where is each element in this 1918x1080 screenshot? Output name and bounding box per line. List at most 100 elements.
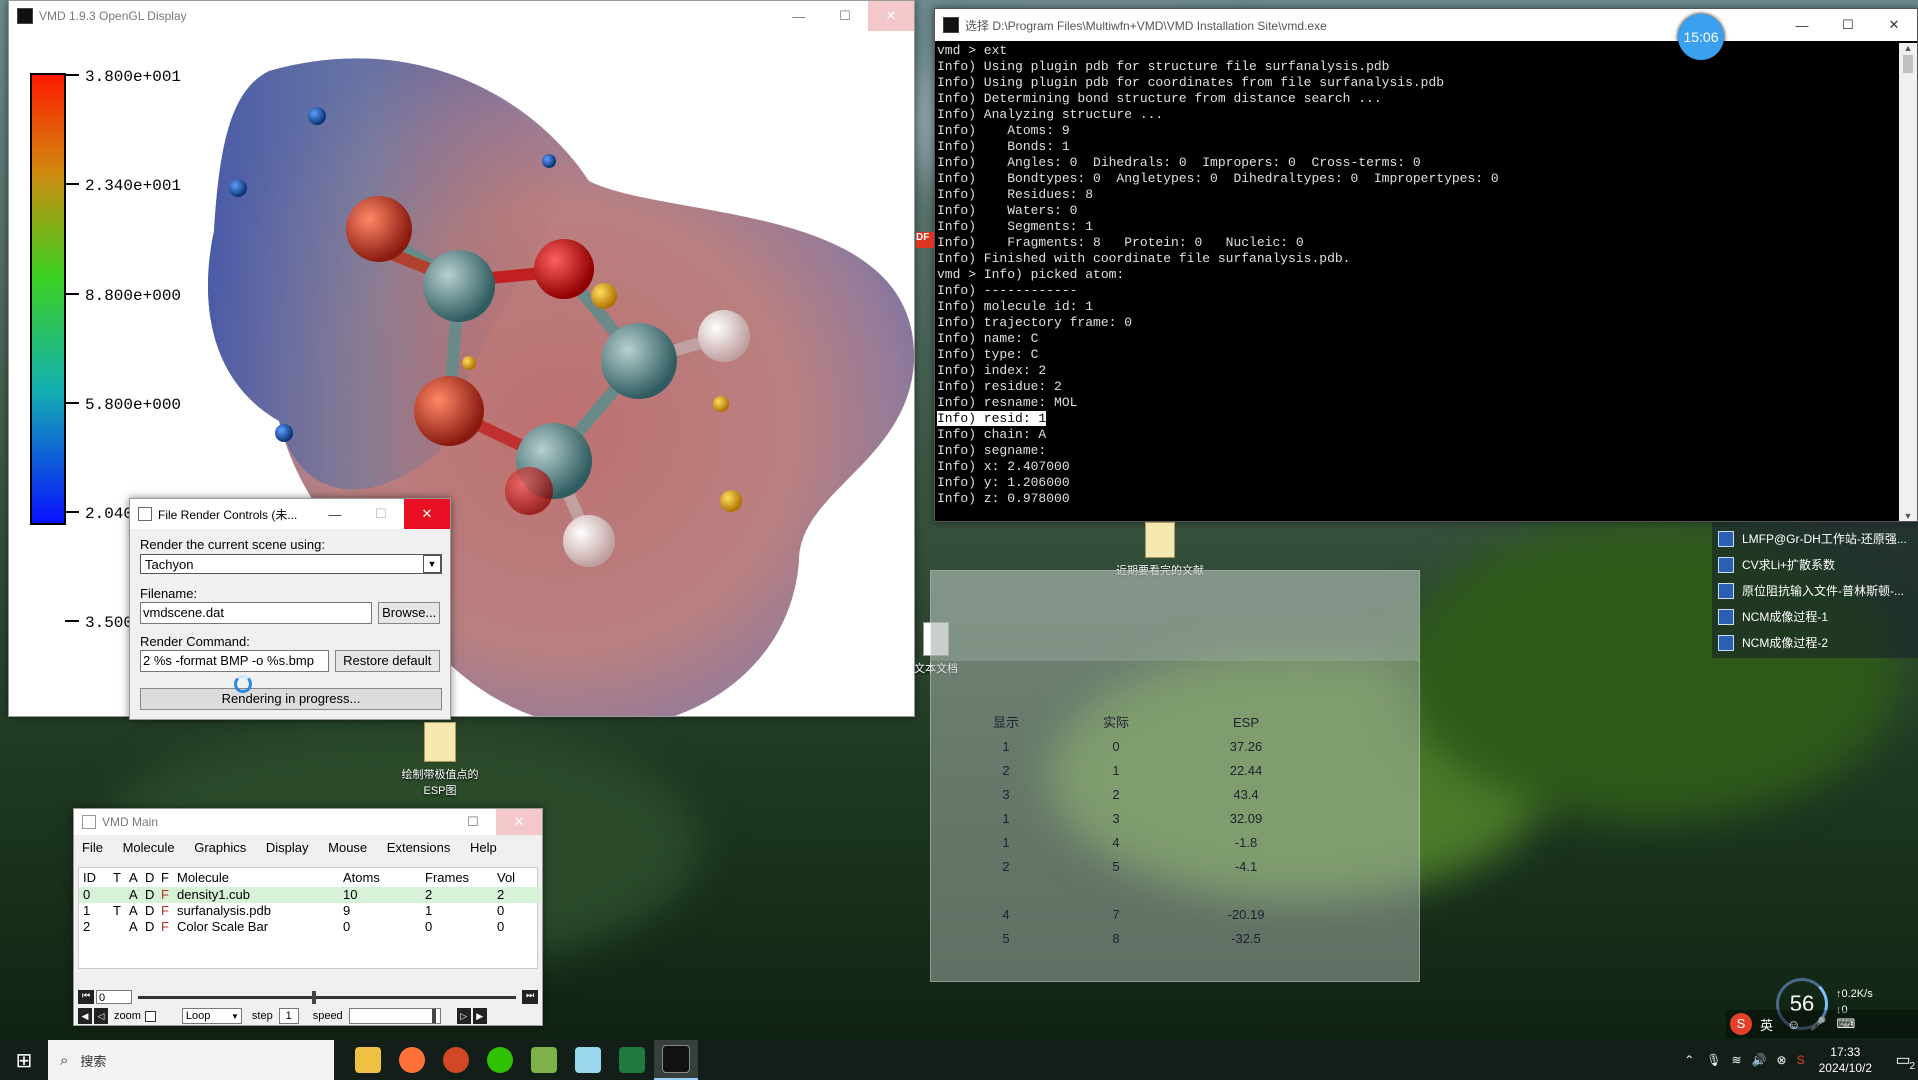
frame-input[interactable]: 0 [96, 990, 132, 1004]
atom-c1[interactable] [423, 250, 495, 322]
loop-select[interactable]: Loop ▼ [181, 1008, 242, 1024]
row-f-flag[interactable]: F [161, 887, 169, 902]
row-d-flag[interactable]: D [145, 903, 154, 918]
terminal-titlebar[interactable]: 选择 D:\Program Files\Multiwfn+VMD\VMD Ins… [935, 9, 1917, 41]
list-item[interactable]: 原位阻抗输入文件-普林斯顿-... [1712, 578, 1918, 604]
emoji-icon[interactable]: ☺ [1787, 1017, 1800, 1032]
frame-slider[interactable] [138, 990, 516, 1004]
mic-icon[interactable]: 🎤 [1810, 1016, 1826, 1032]
row-t-flag[interactable]: T [113, 903, 121, 918]
list-item[interactable]: NCM成像过程-2 [1712, 630, 1918, 656]
speed-slider[interactable] [348, 1008, 441, 1024]
atom-h3[interactable] [505, 467, 553, 515]
taskbar-search[interactable]: ⌕ 搜索 [48, 1040, 334, 1080]
vmd-main-maximize[interactable]: ☐ [450, 809, 496, 835]
menu-mouse[interactable]: Mouse [328, 840, 367, 855]
terminal-output[interactable]: vmd > ext Info) Using plugin pdb for str… [935, 43, 1897, 521]
file-explorer-icon[interactable] [346, 1040, 390, 1080]
close-button[interactable]: ✕ [868, 1, 914, 31]
minimize-button[interactable]: — [776, 1, 822, 31]
table-row[interactable]: 1 T A D F surfanalysis.pdb 9 1 0 [79, 903, 541, 919]
row-a-flag[interactable]: A [129, 903, 138, 918]
row-a-flag[interactable]: A [129, 919, 138, 934]
menu-help[interactable]: Help [470, 840, 497, 855]
menu-extensions[interactable]: Extensions [387, 840, 451, 855]
atom-o2[interactable] [534, 239, 594, 299]
atom-o3[interactable] [414, 376, 484, 446]
terminal-minimize[interactable]: — [1779, 9, 1825, 41]
chevron-down-icon[interactable]: ▼ [423, 555, 441, 573]
render-minimize-button[interactable]: — [312, 499, 358, 529]
list-item[interactable]: NCM成像过程-1 [1712, 604, 1918, 630]
render-command-input[interactable]: 2 %s -format BMP -o %s.bmp [140, 650, 329, 672]
excel-ghost-window[interactable]: 显示 实际 ESP 1 0 37.26 2 1 22.44 3 2 43.4 1 3 32.09… [930, 570, 1420, 982]
origin-icon[interactable] [522, 1040, 566, 1080]
terminal-close[interactable]: ✕ [1871, 9, 1917, 41]
render-close-button[interactable]: ✕ [404, 499, 450, 529]
atom-h2[interactable] [563, 515, 615, 567]
menu-display[interactable]: Display [266, 840, 309, 855]
vmd-display-titlebar[interactable]: VMD 1.9.3 OpenGL Display — ☐ ✕ [9, 1, 914, 31]
atom-o1[interactable] [346, 196, 412, 262]
restore-default-button[interactable]: Restore default [334, 650, 440, 672]
render-controls-titlebar[interactable]: File Render Controls (未... — ☐ ✕ [130, 499, 450, 529]
vmd-main-window[interactable]: VMD Main ☐ ✕ File Molecule Graphics Disp… [73, 808, 543, 1026]
first-frame-icon[interactable]: ⏮ [78, 990, 94, 1004]
scroll-thumb[interactable] [1903, 55, 1913, 73]
step-back-icon[interactable]: ◁ [94, 1008, 108, 1024]
render-maximize-button[interactable]: ☐ [358, 499, 404, 529]
speed-slider-handle[interactable] [431, 1009, 436, 1023]
firefox-icon[interactable] [390, 1040, 434, 1080]
row-f-flag[interactable]: F [161, 919, 169, 934]
scroll-up-icon[interactable]: ▲ [1899, 43, 1917, 53]
menu-file[interactable]: File [82, 840, 103, 855]
renderer-select[interactable]: Tachyon ▼ [140, 554, 442, 574]
vmd-taskbar-icon[interactable] [654, 1040, 698, 1080]
table-row[interactable]: 2 A D F Color Scale Bar 0 0 0 [79, 919, 541, 935]
maximize-button[interactable]: ☐ [822, 1, 868, 31]
filename-input[interactable]: vmdscene.dat [140, 602, 373, 624]
terminal-maximize[interactable]: ☐ [1825, 9, 1871, 41]
sogou-icon[interactable]: S [1730, 1013, 1752, 1035]
list-item[interactable]: LMFP@Gr-DH工作站-还原强... [1712, 526, 1918, 552]
row-d-flag[interactable]: D [145, 919, 154, 934]
play-reverse-icon[interactable]: ◀ [78, 1008, 92, 1024]
loop-chevron-icon[interactable]: ▼ [231, 1012, 241, 1021]
ime-lang[interactable]: 英 [1760, 1015, 1773, 1034]
notes-icon[interactable] [566, 1040, 610, 1080]
powerpoint-icon[interactable] [434, 1040, 478, 1080]
terminal-window[interactable]: 选择 D:\Program Files\Multiwfn+VMD\VMD Ins… [934, 8, 1918, 522]
vmd-main-close[interactable]: ✕ [496, 809, 542, 835]
pdf-icon[interactable]: DF [916, 232, 934, 248]
keyboard-icon[interactable]: ⌨ [1836, 1016, 1855, 1032]
notification-center-icon[interactable]: ▭ 2 [1888, 1040, 1918, 1080]
row-f-flag[interactable]: F [161, 903, 169, 918]
volume-icon[interactable]: 🔊 [1752, 1053, 1767, 1067]
windows-start-icon[interactable]: ⊞ [0, 1040, 48, 1080]
terminal-scrollbar[interactable]: ▲ ▼ [1899, 43, 1917, 521]
menu-graphics[interactable]: Graphics [194, 840, 246, 855]
show-hidden-icons-icon[interactable]: ⌃ [1684, 1053, 1694, 1067]
browse-button[interactable]: Browse... [378, 602, 440, 624]
row-d-flag[interactable]: D [145, 887, 154, 902]
clock[interactable]: 17:33 2024/10/2 [1819, 1044, 1872, 1076]
render-status-button[interactable]: Rendering in progress... [140, 688, 442, 710]
menu-molecule[interactable]: Molecule [123, 840, 175, 855]
step-input[interactable]: 1 [278, 1008, 299, 1024]
excel-icon[interactable] [610, 1040, 654, 1080]
zoom-checkbox[interactable] [144, 1010, 156, 1022]
vmd-main-titlebar[interactable]: VMD Main ☐ ✕ [74, 809, 542, 835]
timer-badge[interactable]: 15:06 [1678, 14, 1724, 60]
wifi-icon[interactable]: ≋ [1732, 1053, 1742, 1067]
desktop-icon-esp[interactable]: 绘制带极值点的ESP图 [400, 722, 480, 798]
frame-slider-handle[interactable] [311, 990, 316, 1004]
list-item[interactable]: CV求Li+扩散系数 [1712, 552, 1918, 578]
row-a-flag[interactable]: A [129, 887, 138, 902]
wechat-icon[interactable] [478, 1040, 522, 1080]
ime-toolbar[interactable]: S 英 ☺ 🎤 ⌨ [1726, 1010, 1918, 1038]
mic-tray-icon[interactable]: 🎙 [1706, 1053, 1721, 1067]
table-row[interactable]: 0 A D F density1.cub 10 2 2 [79, 887, 541, 903]
step-forward-icon[interactable]: ▷ [456, 1008, 471, 1024]
scroll-down-icon[interactable]: ▼ [1899, 511, 1917, 521]
molecule-list[interactable]: ID T A D F Molecule Atoms Frames Vol 0 A… [78, 867, 541, 969]
